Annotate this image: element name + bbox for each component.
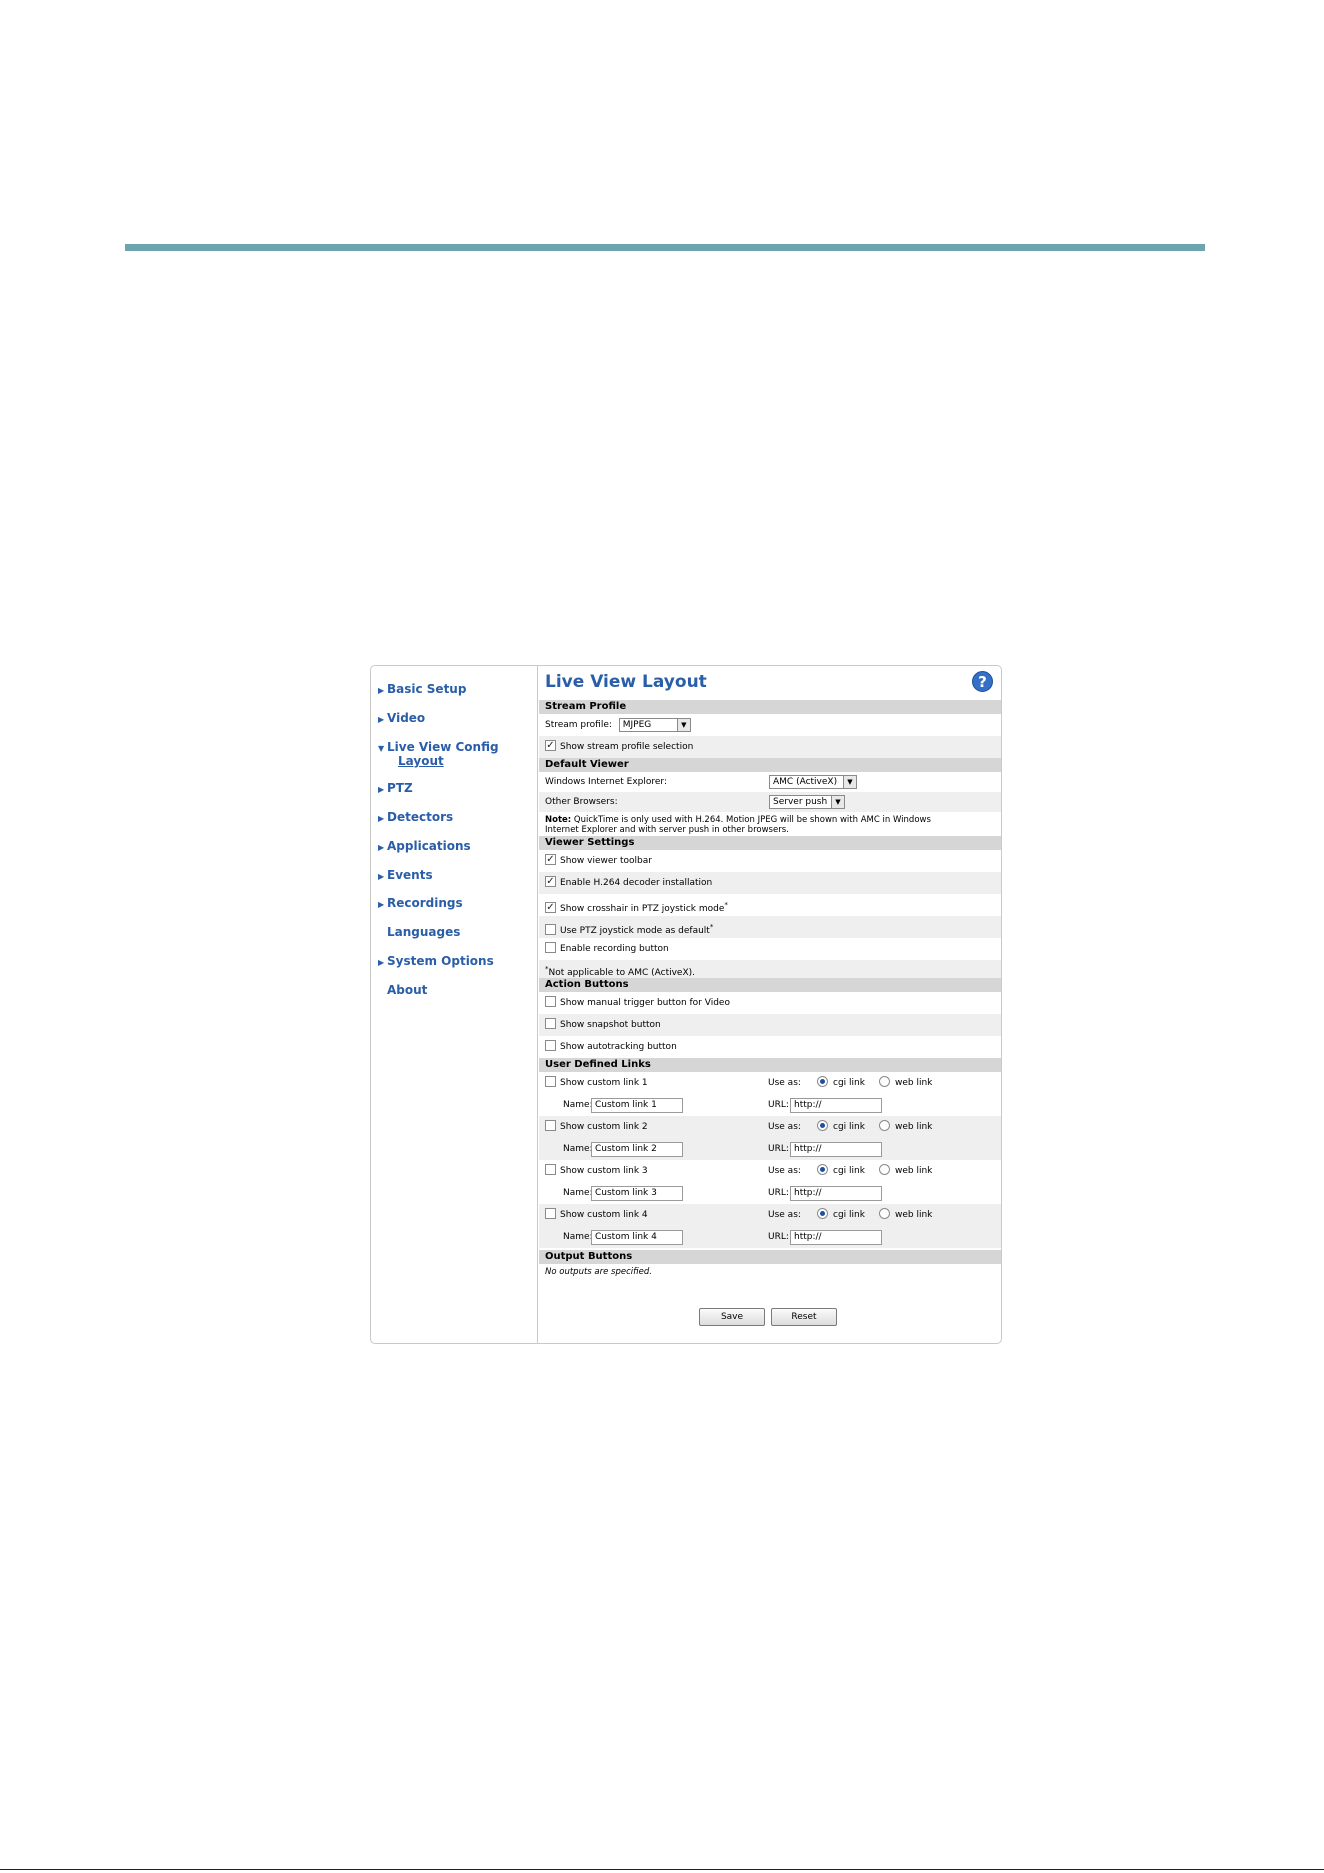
no-outputs-text: No outputs are specified.	[545, 1267, 652, 1277]
sidebar-item-basic-setup[interactable]: ▶ Basic Setup	[378, 682, 466, 696]
page-title: Live View Layout	[545, 672, 707, 692]
main-panel: Live View Layout ? Stream Profile Stream…	[539, 666, 1001, 1343]
stream-profile-label: Stream profile:	[545, 720, 612, 730]
custom-link-4-web-radio[interactable]	[879, 1208, 890, 1219]
custom-link-2-cgi-radio[interactable]	[817, 1120, 828, 1131]
save-button[interactable]: Save	[699, 1308, 765, 1326]
custom-link-1-name-input[interactable]: Custom link 1	[591, 1098, 683, 1113]
show-stream-profile-row: ✓ Show stream profile selection	[539, 736, 1001, 758]
chevron-right-icon: ▶	[378, 785, 385, 794]
custom-link-block: Show custom link 4 Use as: cgi link web …	[539, 1204, 1001, 1248]
sidebar-item-recordings[interactable]: ▶ Recordings	[378, 896, 463, 910]
custom-link-block: Show custom link 1 Use as: cgi link web …	[539, 1072, 1001, 1116]
other-browsers-label: Other Browsers:	[545, 797, 618, 807]
viewer-note: Note: QuickTime is only used with H.264.…	[545, 815, 931, 835]
sidebar-item-video[interactable]: ▶ Video	[378, 711, 425, 725]
custom-link-4-cgi-radio[interactable]	[817, 1208, 828, 1219]
sidebar-item-detectors[interactable]: ▶ Detectors	[378, 810, 453, 824]
sidebar-item-about[interactable]: About	[378, 983, 427, 997]
viewer-setting-row: Use PTZ joystick mode as default*	[539, 916, 1001, 938]
chevron-right-icon: ▶	[378, 715, 385, 724]
dropdown-arrow-icon: ▼	[676, 718, 690, 731]
viewer-setting-row: ✓ Enable H.264 decoder installation	[539, 872, 1001, 894]
sidebar-item-live-view-config[interactable]: ▼ Live View Config	[378, 740, 499, 754]
chevron-right-icon: ▶	[378, 814, 385, 823]
stream-profile-select[interactable]: MJPEG ▼	[618, 717, 691, 732]
settings-window: ▶ Basic Setup ▶ Video ▼ Live View Config La…	[370, 665, 1002, 1344]
custom-link-3-url-input[interactable]: http://	[790, 1186, 882, 1201]
reset-button[interactable]: Reset	[771, 1308, 837, 1326]
viewer-setting-row: ✓ Show crosshair in PTZ joystick mode*	[545, 901, 728, 914]
snapshot-button-checkbox[interactable]	[545, 1018, 556, 1029]
action-button-row: Show manual trigger button for Video	[539, 992, 1001, 1014]
custom-link-2-name-input[interactable]: Custom link 2	[591, 1142, 683, 1157]
section-header-stream-profile: Stream Profile	[539, 700, 1001, 714]
section-header-user-links: User Defined Links	[539, 1058, 1001, 1072]
viewer-footnote: *Not applicable to AMC (ActiveX).	[539, 960, 1001, 978]
section-header-action-buttons: Action Buttons	[539, 978, 1001, 992]
ie-viewer-label: Windows Internet Explorer:	[545, 777, 667, 787]
custom-link-block: Show custom link 3 Use as: cgi link web …	[539, 1160, 1001, 1204]
sidebar-item-languages[interactable]: Languages	[378, 925, 460, 939]
footer-rule	[0, 1869, 1324, 1870]
custom-link-1-cgi-radio[interactable]	[817, 1076, 828, 1087]
ptz-joystick-default-checkbox[interactable]	[545, 924, 556, 935]
viewer-toolbar-checkbox[interactable]: ✓	[545, 854, 556, 865]
sidebar-item-events[interactable]: ▶ Events	[378, 868, 433, 882]
viewer-setting-row: ✓ Show viewer toolbar	[545, 854, 652, 866]
ie-viewer-row: Windows Internet Explorer: AMC (ActiveX)…	[539, 772, 1001, 792]
chevron-right-icon: ▶	[378, 872, 385, 881]
sidebar-item-applications[interactable]: ▶ Applications	[378, 839, 471, 853]
custom-link-2-web-radio[interactable]	[879, 1120, 890, 1131]
custom-link-1-url-input[interactable]: http://	[790, 1098, 882, 1113]
chevron-right-icon: ▶	[378, 686, 385, 695]
autotracking-button-checkbox[interactable]	[545, 1040, 556, 1051]
help-icon[interactable]: ?	[972, 671, 993, 692]
action-button-row: Show autotracking button	[539, 1036, 1001, 1058]
other-browsers-row: Other Browsers: Server push ▼	[539, 792, 1001, 812]
sidebar-item-system-options[interactable]: ▶ System Options	[378, 954, 494, 968]
sidebar-subitem-layout[interactable]: Layout	[398, 754, 444, 768]
custom-link-3-cgi-radio[interactable]	[817, 1164, 828, 1175]
chevron-down-icon: ▼	[378, 744, 385, 753]
viewer-setting-row: Enable recording button	[539, 938, 1001, 960]
ptz-crosshair-checkbox[interactable]: ✓	[545, 902, 556, 913]
custom-link-2-url-input[interactable]: http://	[790, 1142, 882, 1157]
ie-viewer-select[interactable]: AMC (ActiveX) ▼	[769, 775, 857, 789]
custom-link-3-web-radio[interactable]	[879, 1164, 890, 1175]
h264-decoder-checkbox[interactable]: ✓	[545, 876, 556, 887]
stream-profile-row: Stream profile: MJPEG ▼	[539, 714, 1001, 736]
custom-link-4-checkbox[interactable]	[545, 1208, 556, 1219]
header-rule	[125, 244, 1205, 251]
manual-trigger-checkbox[interactable]	[545, 996, 556, 1007]
section-header-viewer-settings: Viewer Settings	[539, 836, 1001, 850]
sidebar-nav: ▶ Basic Setup ▶ Video ▼ Live View Config La…	[371, 666, 538, 1343]
action-button-row: Show snapshot button	[539, 1014, 1001, 1036]
other-browsers-select[interactable]: Server push ▼	[769, 795, 845, 809]
custom-link-1-checkbox[interactable]	[545, 1076, 556, 1087]
custom-link-4-name-input[interactable]: Custom link 4	[591, 1230, 683, 1245]
chevron-right-icon: ▶	[378, 843, 385, 852]
show-stream-profile-checkbox[interactable]: ✓	[545, 740, 556, 751]
dropdown-arrow-icon: ▼	[843, 776, 856, 788]
chevron-right-icon: ▶	[378, 958, 385, 967]
show-stream-profile-label: Show stream profile selection	[560, 742, 694, 752]
section-header-default-viewer: Default Viewer	[539, 758, 1001, 772]
sidebar-item-ptz[interactable]: ▶ PTZ	[378, 781, 413, 795]
custom-link-block: Show custom link 2 Use as: cgi link web …	[539, 1116, 1001, 1160]
custom-link-1-web-radio[interactable]	[879, 1076, 890, 1087]
recording-button-checkbox[interactable]	[545, 942, 556, 953]
custom-link-3-checkbox[interactable]	[545, 1164, 556, 1175]
dropdown-arrow-icon: ▼	[831, 796, 844, 808]
custom-link-3-name-input[interactable]: Custom link 3	[591, 1186, 683, 1201]
custom-link-4-url-input[interactable]: http://	[790, 1230, 882, 1245]
chevron-right-icon: ▶	[378, 900, 385, 909]
custom-link-2-checkbox[interactable]	[545, 1120, 556, 1131]
section-header-output-buttons: Output Buttons	[539, 1250, 1001, 1264]
